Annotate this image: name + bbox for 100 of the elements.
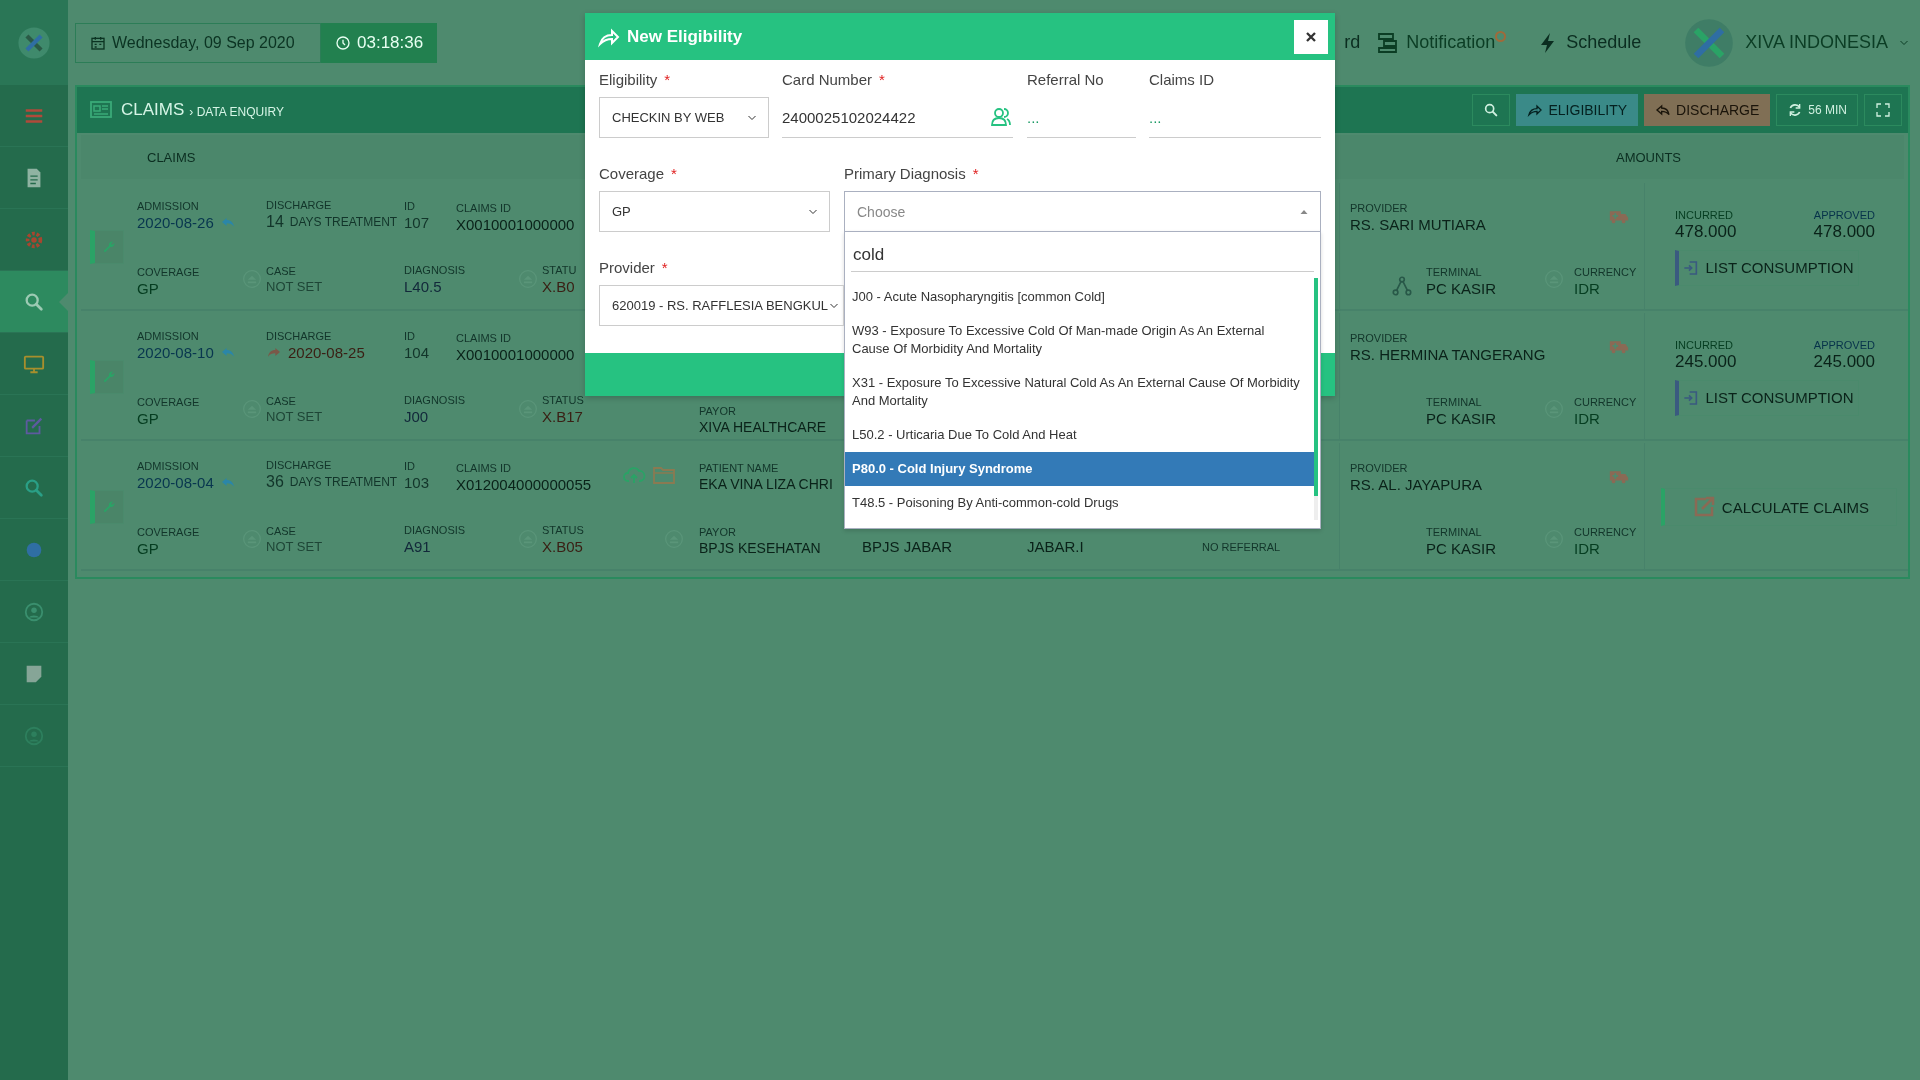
dialog-title: New Eligibility [627, 26, 743, 47]
field-value: PC KASIR [1426, 539, 1497, 557]
field-value: 104 [404, 343, 430, 361]
login-icon [1683, 259, 1700, 276]
field-label: COVERAGE [137, 395, 200, 408]
calendar-icon [90, 34, 106, 51]
login-icon [1683, 389, 1700, 406]
date-text: Wednesday, 09 Sep 2020 [112, 33, 295, 52]
wrench-button[interactable] [90, 490, 124, 524]
field-label: ADMISSION [137, 199, 199, 212]
close-button[interactable] [1294, 19, 1328, 54]
dropdown-option[interactable]: X31 - Exposure To Excessive Natural Cold As An External Cause Of Morbidity And Mortality [845, 366, 1314, 418]
nav-link[interactable]: Schedule [1536, 30, 1642, 55]
field-value: IDR [1574, 539, 1601, 557]
expand-button[interactable] [1864, 94, 1902, 126]
field-label: DIAGNOSIS [404, 263, 466, 276]
wrench-icon [101, 369, 117, 385]
discharge-button[interactable]: DISCHARGE [1644, 94, 1771, 126]
expand-icon [1875, 102, 1891, 118]
account-menu[interactable]: XIVA INDONESIA [1745, 32, 1888, 53]
logo[interactable] [17, 25, 51, 60]
amount-value: 245.000 [1675, 351, 1737, 372]
select-field[interactable]: GP [599, 191, 830, 232]
field-label: ID [404, 329, 415, 342]
field-value: BPJS JABAR [862, 537, 953, 555]
wrench-icon [101, 499, 117, 515]
field-value: BPJS KESEHATAN [699, 540, 821, 556]
field-label: COVERAGE [137, 265, 200, 278]
breadcrumb: › DATA ENQUIRY [189, 103, 284, 119]
field-value: JABAR.I [1027, 537, 1084, 555]
required-mark: * [972, 165, 979, 182]
select-field[interactable]: 620019 - RS. RAFFLESIA BENGKUL [599, 285, 844, 326]
date-value: 2020-08-25 [288, 343, 365, 361]
reply-icon [1655, 102, 1672, 118]
field-value: 103 [404, 473, 430, 491]
list-consumption-button[interactable]: LIST CONSUMPTION [1675, 379, 1859, 416]
search-icon [1483, 102, 1500, 118]
field-label: ADMISSION [137, 459, 199, 472]
dropdown-option[interactable]: J00 - Acute Nasopharyngitis [common Cold] [845, 280, 1314, 314]
field-label: PROVIDER [1350, 201, 1408, 214]
field-label: CURRENCY [1574, 265, 1637, 278]
field-label: CASE [266, 264, 296, 277]
field-label: PAYOR [699, 405, 736, 417]
field-value: X0010001000000 [456, 215, 575, 233]
amount-value: 478.000 [1813, 221, 1875, 242]
field-value: IDR [1574, 409, 1601, 427]
field-label: ADMISSION [137, 329, 199, 342]
field-value: J00 [404, 407, 429, 425]
select-field[interactable]: CHECKIN BY WEB [599, 97, 769, 138]
field-label: CASE [266, 524, 296, 537]
dropdown-option[interactable]: T48.5 - Poisoning By Anti-common-cold Drugs [845, 486, 1314, 520]
referral-note: NO REFERRAL [1202, 541, 1281, 553]
sidebar-item[interactable] [0, 271, 68, 333]
column-title: CLAIMS [147, 149, 196, 165]
nav-link[interactable]: Notification [1376, 30, 1496, 55]
nav-link[interactable]: rd [1344, 32, 1361, 53]
field-label: Referral No [1027, 71, 1104, 88]
dropdown-option[interactable]: P80.0 - Cold Injury Syndrome [845, 452, 1314, 486]
list-consumption-button[interactable]: LIST CONSUMPTION [1675, 249, 1859, 286]
required-mark: * [664, 71, 671, 88]
field-label: CLAIMS ID [456, 331, 511, 344]
field-label: DISCHARGE [266, 459, 332, 471]
field-value: RS. HERMINA TANGERANG [1350, 345, 1546, 363]
field-label: Card Number [782, 71, 873, 88]
field-label: CURRENCY [1574, 395, 1637, 408]
field-label: DISCHARGE [266, 199, 332, 211]
field-value: PC KASIR [1426, 409, 1497, 427]
dropdown-option[interactable]: L50.2 - Urticaria Due To Cold And Heat [845, 418, 1314, 452]
field-value: NOT SET [266, 278, 323, 294]
logo[interactable] [1683, 16, 1736, 69]
field-label: TERMINAL [1426, 265, 1482, 278]
time-text: 03:18:36 [357, 32, 424, 53]
calculate-claims-button[interactable]: CALCULATE CLAIMS [1661, 488, 1897, 526]
dropdown-option[interactable]: W93 - Exposure To Excessive Cold Of Man-made Origin As An External Cause Of Morbidity And Mortality [845, 314, 1314, 366]
wrench-button[interactable] [90, 360, 124, 394]
field-label: COVERAGE [137, 525, 200, 538]
amount-label: INCURRED [1675, 338, 1734, 351]
field-label: Claims ID [1149, 71, 1214, 88]
date-value: 2020-08-10 [137, 343, 214, 361]
field-value: 14 [266, 213, 284, 231]
field-label: Eligibility [599, 71, 658, 88]
field-label: DIAGNOSIS [404, 393, 466, 406]
field-value: 107 [404, 213, 430, 231]
field-label: ID [404, 199, 415, 212]
wrench-button[interactable] [90, 230, 124, 264]
refresh-button[interactable]: 56 MIN [1776, 94, 1858, 126]
field-value: X.B05 [542, 537, 583, 555]
field-label: Provider [599, 259, 655, 276]
scrollbar[interactable] [1314, 278, 1318, 520]
amount-label: APPROVED [1813, 208, 1875, 221]
field-value: GP [137, 409, 160, 427]
date-value: 2020-08-26 [137, 213, 214, 231]
search-button[interactable] [1472, 94, 1511, 126]
field-value: XIVA HEALTHCARE [699, 419, 827, 435]
field-note: DAYS TREATMENT [289, 475, 398, 489]
field-label: Coverage [599, 165, 665, 182]
field-value: X.B0 [542, 277, 575, 295]
eligibility-button[interactable]: ELIGIBILITY [1516, 94, 1639, 126]
amount-label: INCURRED [1675, 208, 1734, 221]
field-value: X012004000000055 [456, 475, 592, 493]
